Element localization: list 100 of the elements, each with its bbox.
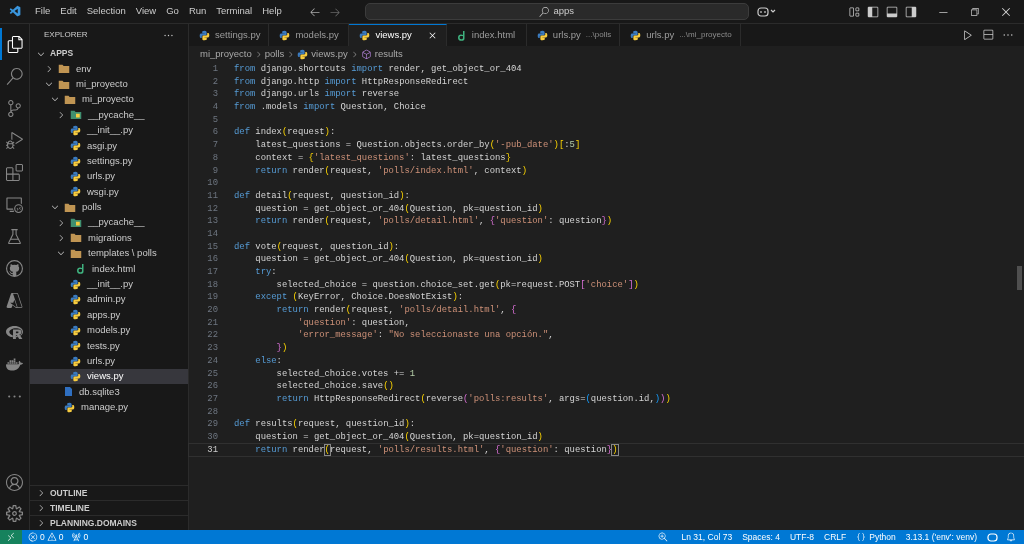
status-item[interactable]: Spaces: 4 (742, 530, 780, 544)
account-icon[interactable] (6, 474, 23, 491)
file-tree-item[interactable]: env (30, 61, 188, 77)
file-tree-item[interactable]: settings.py (30, 153, 188, 169)
remote-explorer-icon[interactable] (6, 195, 23, 213)
file-tree-item[interactable]: views.py (30, 368, 188, 385)
breadcrumb-item[interactable]: mi_proyecto (200, 46, 252, 62)
sidebar-left-icon[interactable] (867, 5, 879, 18)
line-number: 17 (206, 266, 218, 279)
editor-tab[interactable]: index.html (446, 24, 527, 46)
file-tree-item[interactable]: admin.py (30, 291, 188, 308)
code-line: return render(request, 'polls/results.html', {'question': question}) (254, 443, 618, 457)
file-tree-item[interactable]: mi_proyecto (30, 91, 188, 108)
remote-button[interactable] (0, 530, 22, 544)
scrollbar-thumb[interactable] (1017, 266, 1022, 290)
command-search-field[interactable]: apps (364, 3, 749, 20)
line-number: 7 (211, 139, 218, 152)
breadcrumb-item[interactable]: polls (264, 46, 285, 62)
sidebar-section-header[interactable]: OUTLINE (30, 485, 188, 500)
status-item[interactable]: Python (856, 530, 896, 544)
line-number: 4 (211, 101, 218, 114)
database-file-icon (64, 386, 73, 398)
file-tree-item[interactable]: index.html (30, 261, 188, 277)
search-icon[interactable] (6, 67, 23, 85)
workspace-header[interactable]: APPS (30, 46, 188, 61)
menu-item[interactable]: View (130, 4, 162, 19)
github-icon[interactable] (6, 259, 23, 277)
error-count[interactable]: 0 (40, 530, 45, 544)
line-number: 6 (211, 126, 218, 140)
code-line: selected_choice.save() (275, 380, 394, 393)
python-icon (70, 155, 81, 167)
file-tree-item[interactable]: manage.py (30, 399, 188, 415)
menu-item[interactable]: Go (161, 4, 184, 19)
file-tree-item[interactable]: wsgi.py (30, 184, 188, 200)
file-tree-item[interactable]: __pycache__ (30, 107, 188, 123)
code-line: 'question': question, (296, 316, 410, 330)
split-editor-icon[interactable] (982, 29, 994, 41)
r-icon[interactable] (6, 323, 23, 341)
menu-item[interactable]: Selection (81, 4, 131, 19)
sidebar-right-icon[interactable] (905, 5, 917, 18)
whale-icon[interactable] (6, 355, 23, 373)
file-tree-item[interactable]: asgi.py (30, 137, 188, 154)
python-icon (70, 309, 81, 321)
file-tree-item[interactable]: tests.py (30, 338, 188, 354)
ports-count[interactable]: 0 (83, 530, 89, 544)
extensions-icon[interactable] (6, 163, 23, 181)
restore-icon[interactable] (969, 6, 980, 17)
status-item[interactable]: CRLF (824, 530, 847, 544)
files-icon[interactable] (7, 35, 24, 53)
python-icon (70, 278, 81, 290)
menu-item[interactable]: Terminal (211, 4, 258, 19)
file-tree-item[interactable]: mi_proyecto (30, 76, 188, 92)
editor-tab[interactable]: urls.py ...\mi_proyecto (620, 24, 741, 46)
file-tree-item[interactable]: urls.py (30, 353, 188, 369)
line-number: 8 (211, 151, 218, 165)
flask-icon[interactable] (6, 227, 23, 245)
zoom-icon[interactable] (657, 532, 668, 542)
file-tree-item[interactable]: db.sqlite3 (30, 384, 188, 400)
run-icon[interactable] (962, 29, 974, 41)
line-number: 5 (211, 113, 218, 127)
file-tree-item[interactable]: templates \ polls (30, 245, 188, 262)
editor-tab[interactable]: urls.py ...\polls (526, 24, 621, 46)
line-number: 28 (206, 405, 218, 419)
sidebar-section-header[interactable]: TIMELINE (30, 500, 188, 515)
file-tree-item[interactable]: urls.py (30, 168, 188, 185)
file-tree-item[interactable]: models.py (30, 322, 188, 339)
file-tree-item[interactable]: __init__.py (30, 122, 188, 138)
status-item[interactable]: UTF-8 (789, 530, 815, 544)
menu-item[interactable]: Help (257, 4, 287, 19)
line-number: 15 (206, 240, 218, 254)
file-tree-item[interactable]: apps.py (30, 307, 188, 323)
azure-icon[interactable] (6, 291, 23, 309)
code-line: question = get_object_or_404(Question, pk=question_id) (254, 202, 543, 216)
open-folder-icon (64, 201, 76, 213)
sidebar-title: EXPLORER (44, 29, 88, 41)
file-tree-item[interactable]: __init__.py (30, 276, 188, 292)
menu-item[interactable]: Edit (55, 4, 82, 19)
editor-tab[interactable]: views.py (349, 24, 447, 46)
menu-item[interactable]: File (30, 4, 56, 19)
python-icon (70, 340, 81, 352)
status-item[interactable]: 3.13.1 ('env': venv) (905, 530, 977, 544)
code-line: question = get_object_or_404(Question, pk=question_id) (254, 430, 543, 444)
status-item[interactable]: Ln 31, Col 73 (681, 530, 733, 544)
editor-tab[interactable]: settings.py (189, 24, 270, 46)
code-line: else: (254, 354, 282, 368)
menu-item[interactable]: Run (183, 4, 212, 19)
settings-icon[interactable] (6, 505, 23, 522)
close-icon[interactable] (1000, 5, 1012, 18)
run-debug-icon[interactable] (6, 131, 23, 149)
breadcrumb-item[interactable]: results (360, 46, 403, 62)
file-tree-item[interactable]: polls (30, 199, 188, 215)
bell-icon[interactable] (1006, 532, 1016, 542)
file-tree-item[interactable]: __pycache__ (30, 214, 188, 231)
source-control-icon[interactable] (6, 99, 23, 117)
layout-icon[interactable] (848, 5, 860, 18)
panel-icon[interactable] (886, 5, 898, 18)
breadcrumb-item[interactable]: views.py (297, 46, 348, 62)
folder-icon (70, 232, 82, 244)
file-tree-item[interactable]: migrations (30, 230, 188, 246)
warning-count[interactable]: 0 (58, 530, 64, 544)
